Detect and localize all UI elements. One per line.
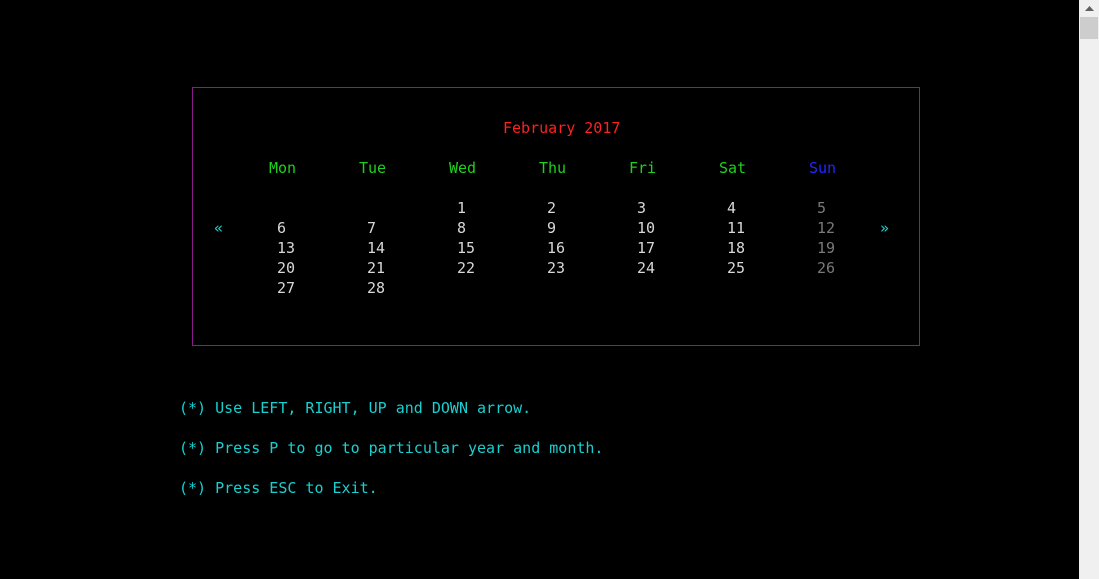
- calendar-day-sunday[interactable]: 26: [817, 258, 835, 278]
- calendar-day[interactable]: 18: [727, 238, 745, 258]
- weekday-header-tue: Tue: [359, 159, 387, 177]
- calendar-day[interactable]: 22: [457, 258, 475, 278]
- calendar-day[interactable]: 3: [637, 198, 646, 218]
- calendar-day[interactable]: 8: [457, 218, 466, 238]
- calendar-day[interactable]: 7: [367, 218, 376, 238]
- calendar-day[interactable]: 20: [277, 258, 295, 278]
- calendar-day-sunday[interactable]: 12: [817, 218, 835, 238]
- calendar-day[interactable]: 25: [727, 258, 745, 278]
- scroll-thumb[interactable]: [1080, 17, 1098, 39]
- weekday-header-fri: Fri: [629, 159, 657, 177]
- calendar-day[interactable]: 1: [457, 198, 466, 218]
- calendar-day-sunday[interactable]: 5: [817, 198, 826, 218]
- chevron-up-icon: [1084, 6, 1094, 11]
- calendar-day[interactable]: 13: [277, 238, 295, 258]
- calendar-day[interactable]: 27: [277, 278, 295, 298]
- calendar-day[interactable]: 4: [727, 198, 736, 218]
- next-month-arrow[interactable]: »: [880, 218, 889, 238]
- calendar-day-sunday[interactable]: 19: [817, 238, 835, 258]
- calendar-day[interactable]: 21: [367, 258, 385, 278]
- calendar-day[interactable]: 28: [367, 278, 385, 298]
- calendar-day[interactable]: 10: [637, 218, 655, 238]
- help-line-goto: (*) Press P to go to particular year and…: [179, 439, 604, 457]
- calendar-day[interactable]: 2: [547, 198, 556, 218]
- calendar-day[interactable]: 11: [727, 218, 745, 238]
- calendar-day[interactable]: 14: [367, 238, 385, 258]
- vertical-scrollbar[interactable]: [1079, 0, 1099, 579]
- calendar-day[interactable]: 15: [457, 238, 475, 258]
- help-line-arrows: (*) Use LEFT, RIGHT, UP and DOWN arrow.: [179, 399, 532, 417]
- month-year-title: February 2017: [503, 119, 621, 137]
- weekday-header-thu: Thu: [539, 159, 567, 177]
- weekday-header-sat: Sat: [719, 159, 747, 177]
- scroll-up-button[interactable]: [1079, 0, 1099, 17]
- calendar-day[interactable]: 24: [637, 258, 655, 278]
- weekday-header-wed: Wed: [449, 159, 477, 177]
- weekday-header-sun: Sun: [809, 159, 837, 177]
- weekday-header-mon: Mon: [269, 159, 297, 177]
- console-window: February 2017 Mon Tue Wed Thu Fri Sat Su…: [0, 0, 1079, 579]
- calendar-day[interactable]: 17: [637, 238, 655, 258]
- calendar-day[interactable]: 23: [547, 258, 565, 278]
- calendar-day[interactable]: 6: [277, 218, 286, 238]
- calendar-day[interactable]: 16: [547, 238, 565, 258]
- help-line-exit: (*) Press ESC to Exit.: [179, 479, 378, 497]
- calendar-day[interactable]: 9: [547, 218, 556, 238]
- prev-month-arrow[interactable]: «: [214, 218, 223, 238]
